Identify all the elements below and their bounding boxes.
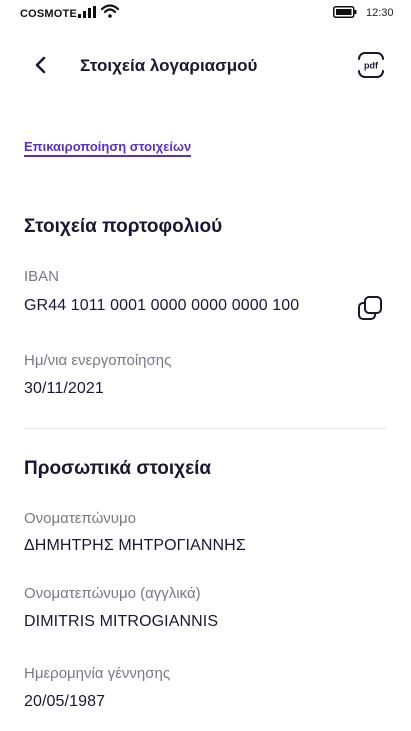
fullname-en-label: Ονοματεπώνυμο (αγγλικά) (24, 585, 201, 602)
status-time: 12:30 (366, 7, 394, 19)
fullname-value: ΔΗΜΗΤΡΗΣ ΜΗΤΡΟΓΙΑΝΝΗΣ (24, 537, 246, 554)
iban-value: GR44 1011 0001 0000 0000 0000 100 (24, 297, 300, 314)
section-divider (24, 428, 387, 429)
fullname-en-value: DIMITRIS MITROGIANNIS (24, 613, 219, 630)
birthdate-value: 20/05/1987 (24, 693, 106, 710)
status-bar: COSMOTE 12:30 (0, 0, 411, 28)
wifi-icon (101, 4, 119, 18)
pdf-download-icon[interactable]: pdf (356, 50, 386, 80)
signal-icon (78, 6, 96, 18)
personal-section-title: Προσωπικά στοιχεία (24, 458, 212, 479)
birthdate-label: Ημερομηνία γέννησης (24, 665, 171, 682)
app-header: Στοιχεία λογαριασμού pdf (0, 40, 411, 90)
wallet-section-title: Στοιχεία πορτοφολιού (24, 216, 223, 237)
update-details-link[interactable]: Επικαιροποίηση στοιχείων (24, 139, 192, 157)
battery-icon (333, 6, 357, 18)
carrier-name: COSMOTE (20, 8, 78, 20)
back-button[interactable] (26, 50, 56, 80)
copy-icon[interactable] (356, 294, 384, 322)
page-title: Στοιχεία λογαριασμού (80, 56, 258, 75)
fullname-label: Ονοματεπώνυμο (24, 510, 136, 527)
activation-date-label: Ημ/νια ενεργοποίησης (24, 352, 172, 369)
activation-date-value: 30/11/2021 (24, 380, 104, 397)
chevron-left-icon (35, 56, 46, 74)
pdf-icon-label: pdf (364, 61, 379, 71)
iban-label: IBAN (24, 268, 60, 285)
